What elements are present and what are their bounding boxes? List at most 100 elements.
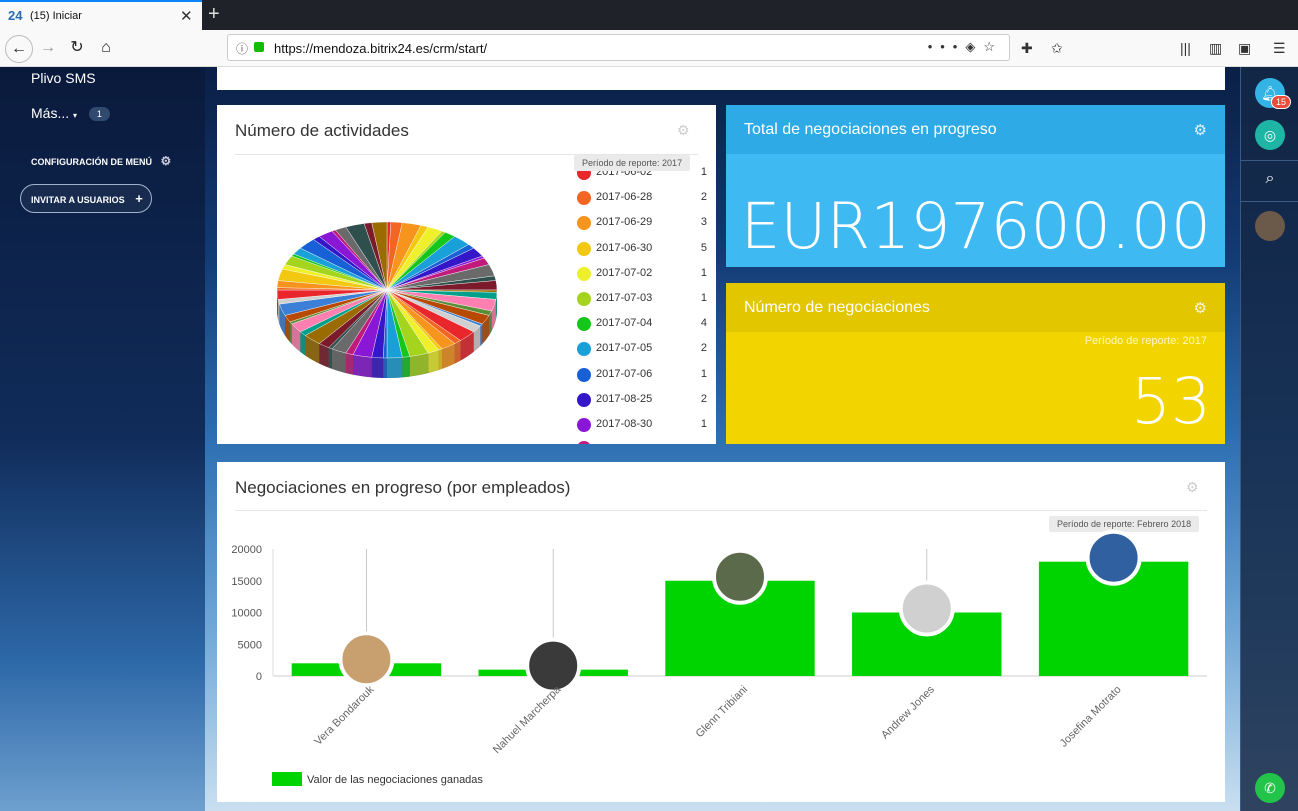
legend-swatch <box>577 441 591 444</box>
legend-date: 2017-07-03 <box>596 292 653 304</box>
gear-icon[interactable]: ⚙ <box>1194 299 1207 317</box>
legend-count: 1 <box>700 166 707 178</box>
legend-count: 1 <box>700 367 707 380</box>
legend-swatch <box>577 342 591 357</box>
info-icon[interactable]: ⓘ <box>236 40 248 57</box>
gear-icon[interactable]: ⚙ <box>677 122 690 139</box>
legend-item: 2017-07-02 1 <box>577 266 707 282</box>
employee-avatar[interactable] <box>712 548 768 605</box>
search-icon[interactable]: ⌕ <box>1255 164 1285 194</box>
menu-config-link[interactable]: CONFIGURACIÓN DE MENÚ ⚙ <box>31 154 171 168</box>
deal-count-title: Número de negociaciones <box>744 299 930 316</box>
y-tick-label: 10000 <box>231 608 262 620</box>
activities-card-title: Número de actividades <box>235 121 409 140</box>
legend-date: 2017-06-30 <box>596 241 653 254</box>
legend-item: 2017-06-30 5 <box>577 241 707 257</box>
legend-count: 2 <box>700 342 707 355</box>
legend-item: 2017-06-28 2 <box>577 190 707 206</box>
left-sidebar: Plivo SMS Más... ▾ 1 CONFIGURACIÓN DE ME… <box>0 67 205 811</box>
page-actions-icon[interactable]: •••◈☆ <box>928 39 1003 55</box>
legend-item: 2017-08-30 1 <box>577 417 707 433</box>
library-icon[interactable]: ||| <box>1180 40 1191 56</box>
divider <box>1241 160 1298 161</box>
gear-icon[interactable]: ⚙ <box>161 154 172 168</box>
address-bar[interactable]: ⓘ https://mendoza.bitrix24.es/crm/start/… <box>227 34 1010 61</box>
sidebar-toggle-icon[interactable]: ▥ <box>1209 40 1222 57</box>
divider <box>235 510 1207 511</box>
right-panel: 🔔︎ 15 ◎ ⌕ ✆ <box>1240 67 1298 811</box>
invite-users-button[interactable]: INVITAR A USUARIOS + <box>20 184 152 213</box>
deal-count-period: Período de reporte: 2017 <box>1084 335 1207 347</box>
legend-count: 4 <box>700 317 707 330</box>
deals-by-employee-card: Negociaciones en progreso (por empleados… <box>217 462 1225 802</box>
legend-count: 3 <box>700 216 707 229</box>
legend-swatch <box>577 191 591 206</box>
legend-swatch <box>577 367 591 382</box>
period-tag: Período de reporte: 2017 <box>574 155 691 171</box>
legend-count: 1 <box>700 266 707 279</box>
home-icon[interactable]: ⌂ <box>92 35 120 63</box>
back-icon[interactable]: ← <box>5 35 33 63</box>
legend-date: 2017-07-05 <box>596 342 653 355</box>
close-tab-icon[interactable]: ✕ <box>180 7 193 25</box>
y-tick-label: 5000 <box>238 639 262 651</box>
legend-item: 2017-06-29 3 <box>577 215 707 231</box>
legend-swatch <box>577 392 591 407</box>
employee-avatar[interactable] <box>525 637 582 694</box>
notification-badge: 15 <box>1271 95 1292 109</box>
phone-icon[interactable]: ✆ <box>1255 773 1285 803</box>
legend-swatch <box>577 292 591 306</box>
x-tick-label: Vera Bondarouk <box>312 683 377 748</box>
employee-avatar[interactable] <box>898 580 955 637</box>
deals-card-title: Negociaciones en progreso (por empleados… <box>235 478 571 497</box>
gear-icon[interactable]: ⚙ <box>1194 121 1207 139</box>
activities-card: Número de actividades ⚙ 2017-06-02 1 2017-… <box>217 105 716 444</box>
legend-swatch <box>577 418 591 432</box>
forward-icon[interactable]: → <box>34 35 62 63</box>
legend-date: 2017-07-04 <box>596 317 653 330</box>
x-tick-label: Josefina Motrato <box>1058 684 1124 750</box>
employee-avatar[interactable] <box>338 631 395 688</box>
legend-label: Valor de las negociaciones ganadas <box>307 774 483 786</box>
new-tab-icon[interactable]: + <box>208 3 220 26</box>
legend-swatch <box>577 317 591 332</box>
divider <box>1241 201 1298 202</box>
deals-bar-chart: 20000 15000 10000 5000 0 Vera Bondarouk Nahuel… <box>231 529 1207 786</box>
bookmark-star-icon[interactable]: ✩ <box>1051 40 1063 57</box>
x-tick-label: Glenn Tribiani <box>694 684 750 740</box>
legend-item: 2017-07-05 2 <box>577 341 707 357</box>
sidebar-item-plivo-sms[interactable]: Plivo SMS <box>31 70 96 86</box>
x-tick-label: Andrew Jones <box>879 683 937 741</box>
browser-tab[interactable]: 24 (15) Iniciar ✕ <box>0 0 202 30</box>
legend-item: 2017-07-03 1 <box>577 291 707 307</box>
legend-swatch <box>577 241 591 256</box>
legend-item: 2017-07-06 1 <box>577 367 707 383</box>
reload-icon[interactable]: ↻ <box>63 35 91 63</box>
sidebar-item-more[interactable]: Más... ▾ 1 <box>31 105 110 122</box>
legend-count: 2 <box>700 191 707 204</box>
legend-swatch <box>577 266 591 281</box>
employee-avatar[interactable] <box>1085 529 1142 586</box>
bitrix24-logo-icon: 24 <box>8 8 23 23</box>
plus-icon: + <box>135 191 143 206</box>
chat-icon[interactable]: ◎ <box>1255 120 1285 150</box>
legend-count: 1 <box>700 292 707 304</box>
legend-item: 2017-08-25 2 <box>577 392 707 408</box>
legend-count: 1 <box>700 418 707 430</box>
page-content: Plivo SMS Más... ▾ 1 CONFIGURACIÓN DE ME… <box>0 67 1298 811</box>
y-tick-label: 20000 <box>231 544 262 556</box>
total-deals-value: EUR197600.00 <box>740 190 1211 263</box>
legend-date: 2017-07-06 <box>596 367 653 380</box>
total-deals-title: Total de negociaciones en progreso <box>744 121 997 138</box>
legend-item: 2017-07-04 4 <box>577 316 707 332</box>
legend-date: 2017-06-28 <box>596 191 653 204</box>
user-avatar[interactable] <box>1255 211 1285 241</box>
url-text[interactable]: https://mendoza.bitrix24.es/crm/start/ <box>274 41 487 56</box>
gear-icon[interactable]: ⚙ <box>1186 479 1199 496</box>
extensions-icon[interactable]: ✚ <box>1021 40 1033 57</box>
profile-icon[interactable]: ▣ <box>1238 40 1251 57</box>
menu-icon[interactable]: ☰ <box>1273 40 1286 57</box>
tab-bar: 24 (15) Iniciar ✕ + <box>0 0 1298 30</box>
legend-date: 2017-08-25 <box>596 392 653 405</box>
x-tick-label: Nahuel Marcherpa <box>491 683 564 756</box>
